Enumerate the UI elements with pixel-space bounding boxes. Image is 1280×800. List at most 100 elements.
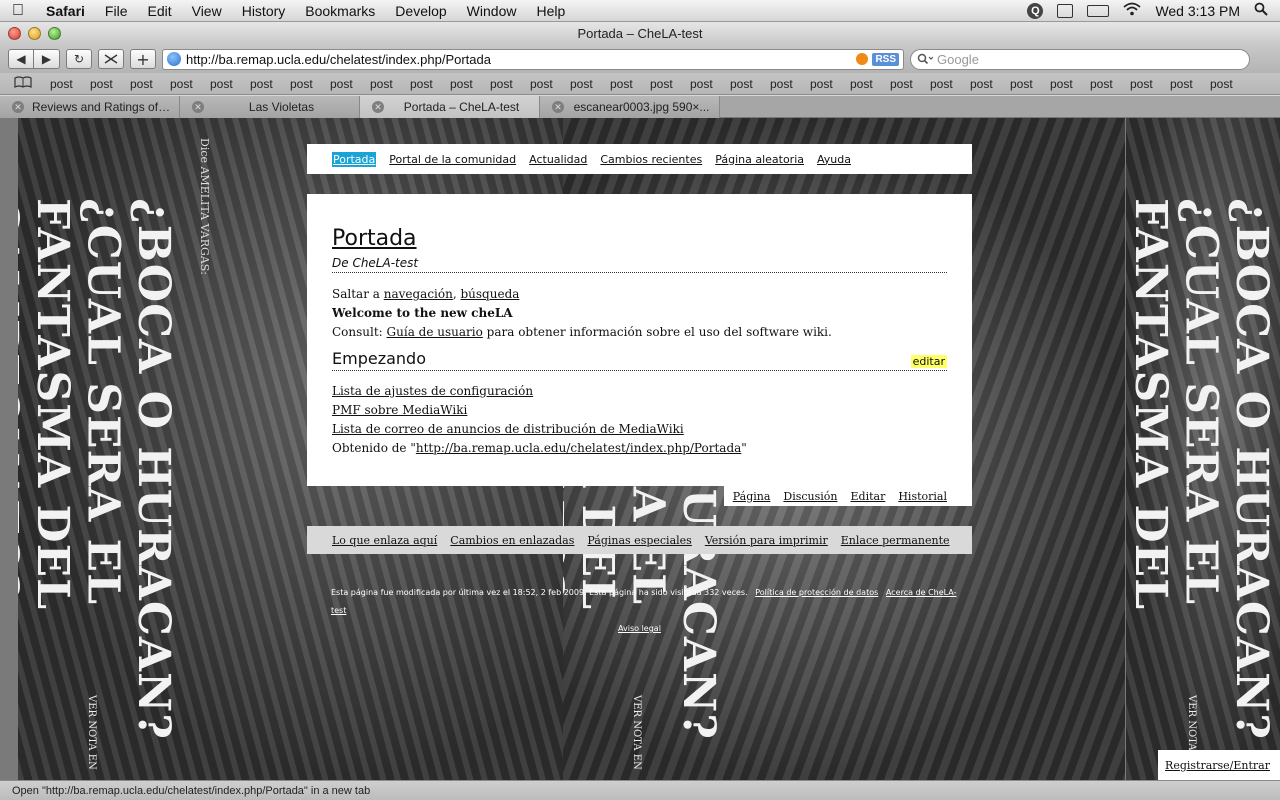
user-guide-link[interactable]: Guía de usuario	[387, 325, 483, 339]
bookmark-item[interactable]: post	[490, 77, 530, 91]
zoom-window-button[interactable]	[48, 27, 61, 40]
nav-actualidad[interactable]: Actualidad	[529, 153, 587, 166]
permanent-link[interactable]: Enlace permanente	[841, 534, 950, 547]
bookmark-item[interactable]: post	[730, 77, 770, 91]
battery-icon[interactable]	[1087, 4, 1110, 17]
minimize-window-button[interactable]	[28, 27, 41, 40]
tab-portada[interactable]: ✕ Portada – CheLA-test	[360, 96, 540, 118]
tab-historial[interactable]: Historial	[898, 490, 947, 503]
mailing-list-link[interactable]: Lista de correo de anuncios de distribuc…	[332, 422, 684, 436]
snapback-button[interactable]	[98, 49, 124, 69]
bookmark-item[interactable]: post	[250, 77, 290, 91]
nav-portal-comunidad[interactable]: Portal de la comunidad	[389, 153, 516, 166]
bookmark-item[interactable]: post	[210, 77, 250, 91]
tab-pagina[interactable]: Página	[733, 490, 771, 503]
mediawiki-faq-link[interactable]: PMF sobre MediaWiki	[332, 403, 467, 417]
bookmark-item[interactable]: post	[690, 77, 730, 91]
jump-navigation-link[interactable]: navegación	[384, 287, 453, 301]
bookmark-item[interactable]: post	[170, 77, 210, 91]
edit-section-link[interactable]: editar	[910, 355, 947, 368]
bookmark-item[interactable]: post	[570, 77, 610, 91]
reload-button[interactable]: ↻	[66, 49, 92, 69]
background-poster-image: ¿BOCA O HURACAN? ¿CUAL SERA EL FANTASMA …	[1126, 118, 1280, 780]
bookmark-item[interactable]: post	[810, 77, 850, 91]
page-subtitle: De CheLA-test	[332, 256, 947, 273]
wifi-icon[interactable]	[1123, 2, 1142, 19]
tab-discusion[interactable]: Discusión	[783, 490, 837, 503]
menu-window[interactable]: Window	[457, 3, 527, 19]
close-tab-icon[interactable]: ✕	[192, 101, 204, 113]
back-button[interactable]: ◀	[8, 49, 34, 69]
reload-orange-icon[interactable]	[856, 53, 869, 65]
display-icon[interactable]	[1057, 3, 1074, 18]
bookmarks-bar: post post post post post post post post post post…	[0, 73, 1280, 95]
url-field[interactable]: http://ba.remap.ucla.edu/chelatest/index…	[186, 52, 856, 67]
bookmark-item[interactable]: post	[50, 77, 90, 91]
login-link[interactable]: Registrarse/Entrar	[1165, 759, 1270, 772]
bookmark-item[interactable]: post	[90, 77, 130, 91]
bookmark-item[interactable]: post	[890, 77, 930, 91]
bookmark-item[interactable]: post	[370, 77, 410, 91]
spotlight-icon[interactable]	[1254, 2, 1268, 19]
nav-portada[interactable]: Portada	[332, 151, 377, 167]
nav-ayuda[interactable]: Ayuda	[817, 153, 851, 166]
bookmark-item[interactable]: post	[1170, 77, 1210, 91]
bookmark-item[interactable]: post	[130, 77, 170, 91]
legal-notice-link[interactable]: Aviso legal	[618, 624, 661, 633]
bookmark-item[interactable]: post	[970, 77, 1010, 91]
bookmark-item[interactable]: post	[610, 77, 650, 91]
obtained-suffix: "	[741, 441, 747, 455]
close-window-button[interactable]	[8, 27, 21, 40]
bookmark-item[interactable]: post	[530, 77, 570, 91]
bookmark-item[interactable]: post	[330, 77, 370, 91]
menu-file[interactable]: File	[95, 3, 138, 19]
bookmark-item[interactable]: post	[1010, 77, 1050, 91]
tab-editar[interactable]: Editar	[851, 490, 886, 503]
menu-develop[interactable]: Develop	[385, 3, 456, 19]
menu-view[interactable]: View	[182, 3, 232, 19]
menu-help[interactable]: Help	[526, 3, 575, 19]
menu-safari[interactable]: Safari	[36, 3, 95, 19]
rss-button[interactable]: RSS	[872, 52, 899, 66]
bookmark-item[interactable]: post	[1050, 77, 1090, 91]
tab-reviews[interactable]: ✕ Reviews and Ratings of ...	[0, 96, 180, 118]
tab-las-violetas[interactable]: ✕ Las Violetas	[180, 96, 360, 118]
bookmark-item[interactable]: post	[930, 77, 970, 91]
forward-button[interactable]: ▶	[34, 49, 60, 69]
jump-search-link[interactable]: búsqueda	[460, 287, 519, 301]
open-book-icon[interactable]	[14, 76, 32, 91]
status-bar: Open "http://ba.remap.ucla.edu/chelatest…	[0, 780, 1280, 800]
bookmark-item[interactable]: post	[850, 77, 890, 91]
address-bar[interactable]: http://ba.remap.ucla.edu/chelatest/index…	[162, 48, 904, 70]
obtained-url-link[interactable]: http://ba.remap.ucla.edu/chelatest/index…	[416, 441, 741, 455]
bookmark-item[interactable]: post	[1130, 77, 1170, 91]
apple-menu-icon[interactable]: 	[0, 2, 36, 20]
bookmark-item[interactable]: post	[410, 77, 450, 91]
menu-edit[interactable]: Edit	[137, 3, 181, 19]
bookmark-item[interactable]: post	[650, 77, 690, 91]
what-links-here-link[interactable]: Lo que enlaza aquí	[332, 534, 437, 547]
close-tab-icon[interactable]: ✕	[552, 101, 564, 113]
bookmark-list: post post post post post post post post post post…	[50, 77, 1250, 91]
tab-escanear[interactable]: ✕ escanear0003.jpg 590×...	[540, 96, 720, 118]
menu-bookmarks[interactable]: Bookmarks	[295, 3, 385, 19]
bookmark-item[interactable]: post	[1210, 77, 1250, 91]
bookmark-item[interactable]: post	[1090, 77, 1130, 91]
bookmark-item[interactable]: post	[770, 77, 810, 91]
quicksilver-icon[interactable]: Q	[1027, 2, 1044, 19]
printable-version-link[interactable]: Versión para imprimir	[705, 534, 828, 547]
special-pages-link[interactable]: Páginas especiales	[587, 534, 691, 547]
menu-history[interactable]: History	[232, 3, 296, 19]
clock[interactable]: Wed 3:13 PM	[1155, 3, 1240, 19]
add-bookmark-button[interactable]: +	[130, 49, 156, 69]
nav-pagina-aleatoria[interactable]: Página aleatoria	[715, 153, 804, 166]
nav-cambios-recientes[interactable]: Cambios recientes	[600, 153, 702, 166]
privacy-policy-link[interactable]: Política de protección de datos	[755, 588, 878, 597]
close-tab-icon[interactable]: ✕	[12, 101, 24, 113]
search-field[interactable]: Google	[910, 48, 1250, 70]
bookmark-item[interactable]: post	[290, 77, 330, 91]
config-settings-link[interactable]: Lista de ajustes de configuración	[332, 384, 533, 398]
related-changes-link[interactable]: Cambios en enlazadas	[450, 534, 574, 547]
close-tab-icon[interactable]: ✕	[372, 101, 384, 113]
bookmark-item[interactable]: post	[450, 77, 490, 91]
